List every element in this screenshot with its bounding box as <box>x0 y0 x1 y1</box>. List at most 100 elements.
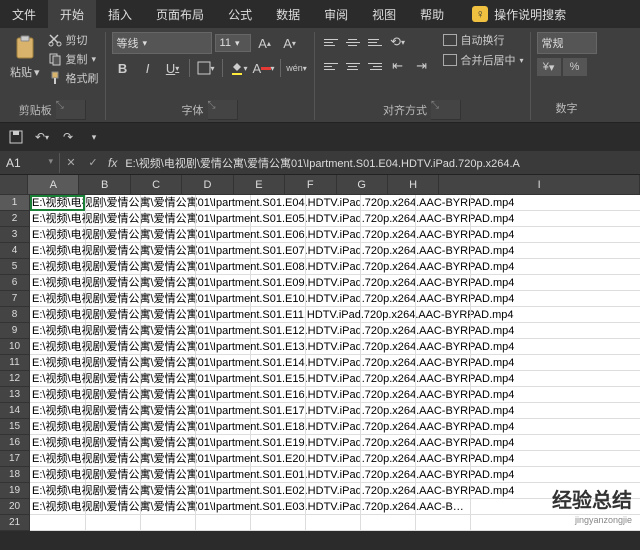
column-header-G[interactable]: G <box>337 175 388 195</box>
cell[interactable]: E:\视频\电视剧\爱情公寓\爱情公寓01\Ipartment.S01.E16.… <box>30 387 640 403</box>
underline-button[interactable]: U▾ <box>162 58 184 78</box>
tab-view[interactable]: 视图 <box>360 0 408 28</box>
formula-input[interactable]: E:\视频\电视剧\爱情公寓\爱情公寓01\Ipartment.S01.E04.… <box>121 155 520 171</box>
bold-button[interactable]: B <box>112 58 134 78</box>
cell[interactable]: E:\视频\电视剧\爱情公寓\爱情公寓01\Ipartment.S01.E19.… <box>30 435 640 451</box>
increase-font-button[interactable]: A▴ <box>254 33 276 53</box>
row-header[interactable]: 9 <box>0 323 30 339</box>
copy-button[interactable]: 复制 ▾ <box>48 51 99 67</box>
qat-customize-button[interactable]: ▾ <box>86 129 102 145</box>
tab-data[interactable]: 数据 <box>264 0 312 28</box>
cell[interactable]: E:\视频\电视剧\爱情公寓\爱情公寓01\Ipartment.S01.E08.… <box>30 259 640 275</box>
cell[interactable]: E:\视频\电视剧\爱情公寓\爱情公寓01\Ipartment.S01.E04.… <box>30 195 640 211</box>
decrease-font-button[interactable]: A▾ <box>279 33 301 53</box>
row-header[interactable]: 21 <box>0 515 30 531</box>
dialog-launcher-icon[interactable]: ⤡ <box>208 100 238 120</box>
percent-button[interactable]: % <box>563 58 587 76</box>
column-header-B[interactable]: B <box>79 175 130 195</box>
row-header[interactable]: 6 <box>0 275 30 291</box>
row-header[interactable]: 12 <box>0 371 30 387</box>
align-center-button[interactable] <box>343 57 363 75</box>
tab-insert[interactable]: 插入 <box>96 0 144 28</box>
column-header-E[interactable]: E <box>234 175 285 195</box>
row-header[interactable]: 3 <box>0 227 30 243</box>
cell[interactable]: E:\视频\电视剧\爱情公寓\爱情公寓01\Ipartment.S01.E18.… <box>30 419 640 435</box>
row-header[interactable]: 13 <box>0 387 30 403</box>
row-header[interactable]: 17 <box>0 451 30 467</box>
cell[interactable]: E:\视频\电视剧\爱情公寓\爱情公寓01\Ipartment.S01.E20.… <box>30 451 640 467</box>
cell[interactable]: E:\视频\电视剧\爱情公寓\爱情公寓01\Ipartment.S01.E02.… <box>30 483 640 499</box>
cell[interactable]: E:\视频\电视剧\爱情公寓\爱情公寓01\Ipartment.S01.E01.… <box>30 467 640 483</box>
cancel-button[interactable]: ✕ <box>60 156 82 169</box>
column-header-D[interactable]: D <box>182 175 233 195</box>
column-header-F[interactable]: F <box>285 175 336 195</box>
select-all-corner[interactable] <box>0 175 28 195</box>
tab-home[interactable]: 开始 <box>48 0 96 28</box>
align-bottom-button[interactable] <box>365 33 385 51</box>
wrap-text-button[interactable]: 自动换行 <box>443 32 524 48</box>
merge-center-button[interactable]: 合并后居中 ▾ <box>443 52 524 68</box>
phonetic-button[interactable]: wén▾ <box>286 58 308 78</box>
number-format-combo[interactable]: 常规 <box>537 32 597 54</box>
increase-indent-button[interactable]: ⇥ <box>411 56 433 76</box>
cell[interactable]: E:\视频\电视剧\爱情公寓\爱情公寓01\Ipartment.S01.E17.… <box>30 403 640 419</box>
cell[interactable]: E:\视频\电视剧\爱情公寓\爱情公寓01\Ipartment.S01.E15.… <box>30 371 640 387</box>
row-header[interactable]: 11 <box>0 355 30 371</box>
cell[interactable] <box>30 515 640 531</box>
align-left-button[interactable] <box>321 57 341 75</box>
cell[interactable]: E:\视频\电视剧\爱情公寓\爱情公寓01\Ipartment.S01.E10.… <box>30 291 640 307</box>
column-header-A[interactable]: A <box>28 175 79 195</box>
row-header[interactable]: 18 <box>0 467 30 483</box>
row-header[interactable]: 1 <box>0 195 30 211</box>
cell[interactable]: E:\视频\电视剧\爱情公寓\爱情公寓01\Ipartment.S01.E09.… <box>30 275 640 291</box>
row-header[interactable]: 5 <box>0 259 30 275</box>
orientation-button[interactable]: ⟲▾ <box>387 32 409 52</box>
row-header[interactable]: 20 <box>0 499 30 515</box>
fx-icon[interactable]: fx <box>104 156 121 170</box>
paste-button[interactable]: 粘贴 ▾ <box>6 32 44 82</box>
cell[interactable]: E:\视频\电视剧\爱情公寓\爱情公寓01\Ipartment.S01.E12.… <box>30 323 640 339</box>
row-header[interactable]: 4 <box>0 243 30 259</box>
fill-color-button[interactable]: ▾ <box>228 58 250 78</box>
decrease-indent-button[interactable]: ⇤ <box>387 56 409 76</box>
enter-button[interactable]: ✓ <box>82 156 104 169</box>
row-header[interactable]: 7 <box>0 291 30 307</box>
row-header[interactable]: 15 <box>0 419 30 435</box>
name-box[interactable]: A1▾ <box>0 153 60 173</box>
tab-formulas[interactable]: 公式 <box>216 0 264 28</box>
italic-button[interactable]: I <box>137 58 159 78</box>
save-button[interactable] <box>8 129 24 145</box>
redo-button[interactable]: ↷ <box>60 129 76 145</box>
column-header-I[interactable]: I <box>439 175 640 195</box>
undo-button[interactable]: ↶ ▾ <box>34 129 50 145</box>
worksheet-grid[interactable]: ABCDEFGHI 1E:\视频\电视剧\爱情公寓\爱情公寓01\Ipartme… <box>0 175 640 531</box>
font-size-combo[interactable]: 11▾ <box>215 34 251 52</box>
dialog-launcher-icon[interactable]: ⤡ <box>431 100 461 120</box>
row-header[interactable]: 8 <box>0 307 30 323</box>
tab-help[interactable]: 帮助 <box>408 0 456 28</box>
row-header[interactable]: 2 <box>0 211 30 227</box>
cell[interactable]: E:\视频\电视剧\爱情公寓\爱情公寓01\Ipartment.S01.E05.… <box>30 211 640 227</box>
tell-me-search[interactable]: ♀ 操作说明搜索 <box>460 0 578 28</box>
align-top-button[interactable] <box>321 33 341 51</box>
dialog-launcher-icon[interactable]: ⤡ <box>56 100 86 120</box>
font-color-button[interactable]: A▾ <box>253 58 275 78</box>
align-right-button[interactable] <box>365 57 385 75</box>
cell[interactable]: E:\视频\电视剧\爱情公寓\爱情公寓01\Ipartment.S01.E07.… <box>30 243 640 259</box>
row-header[interactable]: 16 <box>0 435 30 451</box>
tab-review[interactable]: 审阅 <box>312 0 360 28</box>
cell[interactable]: E:\视频\电视剧\爱情公寓\爱情公寓01\Ipartment.S01.E06.… <box>30 227 640 243</box>
border-button[interactable]: ▾ <box>195 58 217 78</box>
tab-page-layout[interactable]: 页面布局 <box>144 0 216 28</box>
font-name-combo[interactable]: 等线▾ <box>112 32 212 54</box>
column-header-C[interactable]: C <box>131 175 182 195</box>
cell[interactable]: E:\视频\电视剧\爱情公寓\爱情公寓01\Ipartment.S01.E11.… <box>30 307 640 323</box>
format-painter-button[interactable]: 格式刷 <box>48 70 99 86</box>
cell[interactable]: E:\视频\电视剧\爱情公寓\爱情公寓01\Ipartment.S01.E14.… <box>30 355 640 371</box>
tab-file[interactable]: 文件 <box>0 0 48 28</box>
cut-button[interactable]: 剪切 <box>48 32 99 48</box>
column-header-H[interactable]: H <box>388 175 439 195</box>
cell[interactable]: E:\视频\电视剧\爱情公寓\爱情公寓01\Ipartment.S01.E03.… <box>30 499 640 515</box>
row-header[interactable]: 19 <box>0 483 30 499</box>
accounting-format-button[interactable]: ¥▾ <box>537 58 561 76</box>
